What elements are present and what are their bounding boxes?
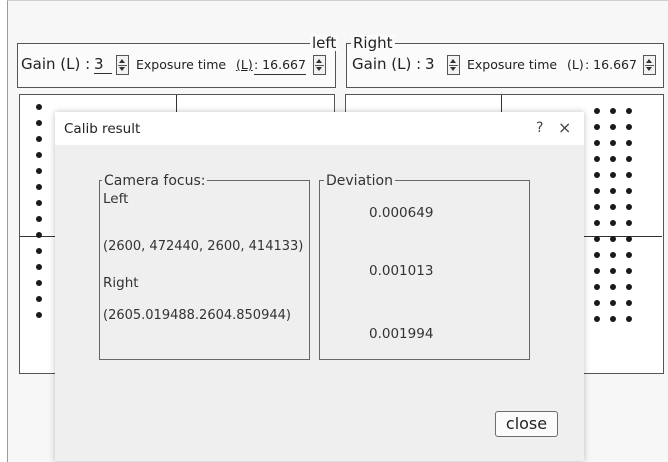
left-calibration-dots <box>36 104 48 334</box>
calib-result-dialog: Calib result ? × Camera focus: Left (260… <box>55 112 584 461</box>
deviation-title: Deviation <box>324 173 395 189</box>
right-gain-field[interactable]: 3 <box>425 55 435 73</box>
left-image-crosshair-v <box>176 95 177 113</box>
right-group-title: Right <box>351 34 395 52</box>
left-exposure-field[interactable]: : 16.667 <box>254 56 306 75</box>
right-gain-spinner[interactable] <box>447 55 460 75</box>
right-gain-label: Gain (L) : <box>352 55 422 73</box>
camera-focus-title: Camera focus: <box>102 173 208 189</box>
right-exposure-field[interactable]: : 16.667 <box>585 56 637 74</box>
focus-left-label: Left <box>103 191 129 207</box>
deviation-value-3: 0.001994 <box>369 326 434 342</box>
dialog-title: Calib result <box>64 121 141 137</box>
help-button[interactable]: ? <box>536 120 543 136</box>
right-exposure-unit: (L) <box>567 57 584 72</box>
right-exposure-spinner[interactable] <box>643 55 656 75</box>
focus-right-label: Right <box>103 275 139 291</box>
left-exposure-unit: (L) <box>236 57 253 72</box>
focus-left-value: (2600, 472440, 2600, 414133) <box>103 239 304 254</box>
close-icon[interactable]: × <box>558 118 571 137</box>
left-exposure-label: Exposure time <box>136 57 227 72</box>
deviation-value-1: 0.000649 <box>369 205 434 221</box>
right-exposure-label: Exposure time <box>467 57 558 72</box>
left-exposure-spinner[interactable] <box>313 55 326 75</box>
right-calibration-dots <box>591 108 639 333</box>
close-button[interactable]: close <box>495 411 558 437</box>
right-image-crosshair-v <box>501 95 502 113</box>
focus-right-value: (2605.019488.2604.850944) <box>103 308 291 323</box>
deviation-value-2: 0.001013 <box>369 263 434 279</box>
camera-focus-group <box>99 180 310 360</box>
left-group-title: left <box>310 34 339 52</box>
left-gain-label: Gain (L) : <box>21 55 91 73</box>
left-gain-spinner[interactable] <box>116 55 129 75</box>
left-gain-field[interactable]: 3 <box>94 55 112 74</box>
